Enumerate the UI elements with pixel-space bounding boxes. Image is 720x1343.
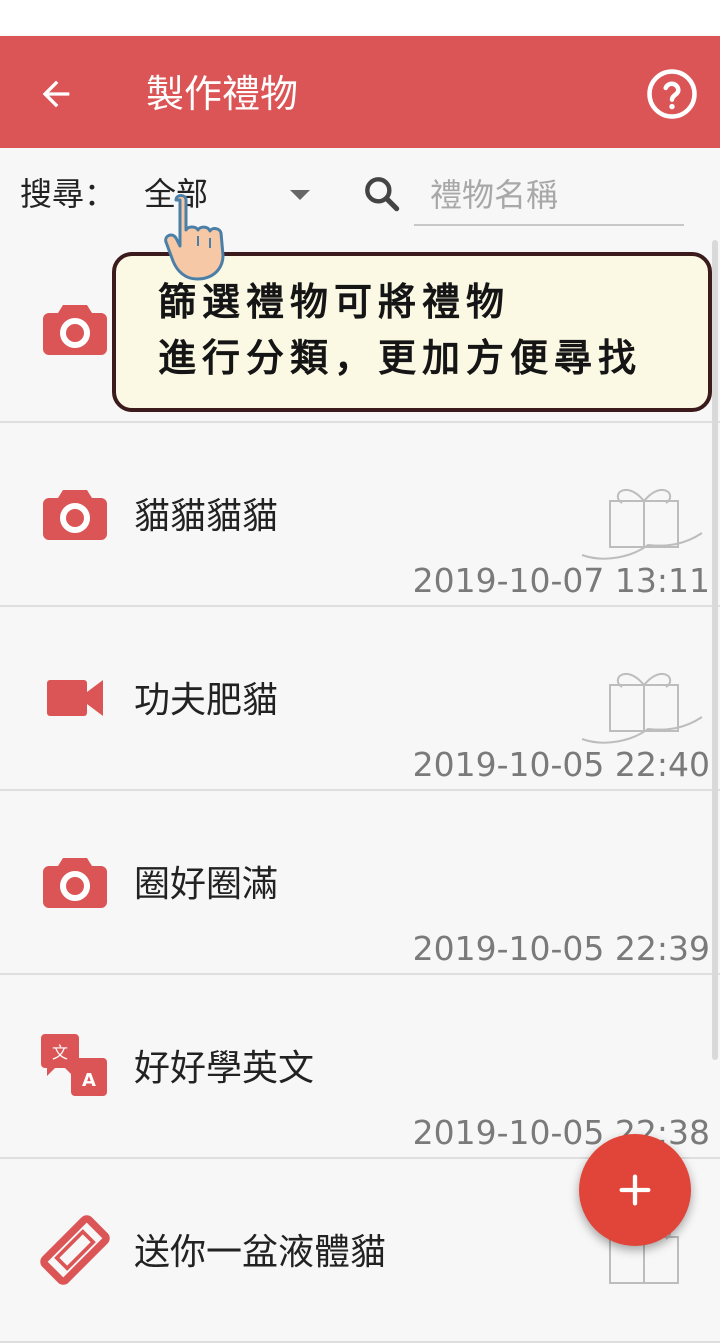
gift-date: 2019-10-05 22:40 <box>412 745 710 784</box>
svg-text:A: A <box>82 1070 96 1091</box>
ticket-icon <box>40 1215 110 1285</box>
tooltip-line-2: 進行分類，更加方便尋找 <box>158 335 643 380</box>
dropdown-arrow-icon <box>290 190 310 200</box>
help-circle-icon <box>647 69 697 119</box>
camera-icon <box>40 294 110 364</box>
page-title: 製作禮物 <box>146 72 299 116</box>
filter-label: 搜尋： <box>20 175 117 213</box>
gift-name: 好好學英文 <box>134 1048 315 1089</box>
gift-name: 送你一盆液體貓 <box>134 1232 387 1273</box>
svg-text:文: 文 <box>52 1043 68 1062</box>
videocam-icon <box>40 663 110 733</box>
app-bar: 製作禮物 <box>0 36 720 148</box>
gift-name: 貓貓貓貓 <box>134 496 279 537</box>
gift-row[interactable]: 功夫肥貓 2019-10-05 22:40 <box>0 607 720 791</box>
gift-date: 2019-10-07 13:11 <box>412 561 710 600</box>
help-button[interactable] <box>640 62 704 126</box>
gift-row[interactable]: 文 A 好好學英文 2019-10-05 22:38 <box>0 975 720 1159</box>
tooltip-line-1: 篩選禮物可將禮物 <box>158 279 511 324</box>
gift-row[interactable]: 圈好圈滿 2019-10-05 22:39 <box>0 791 720 975</box>
add-icon <box>619 1174 651 1206</box>
gift-date: 2019-10-05 22:39 <box>412 929 710 968</box>
gift-name: 功夫肥貓 <box>134 680 279 721</box>
pointing-hand-icon <box>164 194 225 281</box>
status-bar <box>0 0 720 36</box>
back-button[interactable] <box>26 66 86 122</box>
camera-icon <box>40 847 110 917</box>
gift-name-search-input[interactable] <box>414 166 684 226</box>
camera-icon <box>40 479 110 549</box>
search-icon <box>365 177 400 212</box>
filter-bar: 搜尋： 全部 <box>0 148 720 244</box>
translate-icon: 文 A <box>40 1031 110 1101</box>
arrow-back-icon <box>42 80 70 108</box>
gift-row[interactable]: 貓貓貓貓 2019-10-07 13:11 <box>0 423 720 607</box>
list-scrollbar[interactable] <box>712 240 718 1060</box>
gift-name: 圈好圈滿 <box>134 864 279 905</box>
gift-box-image <box>581 488 703 560</box>
gift-box-image <box>581 672 703 744</box>
add-gift-fab[interactable] <box>579 1134 691 1246</box>
